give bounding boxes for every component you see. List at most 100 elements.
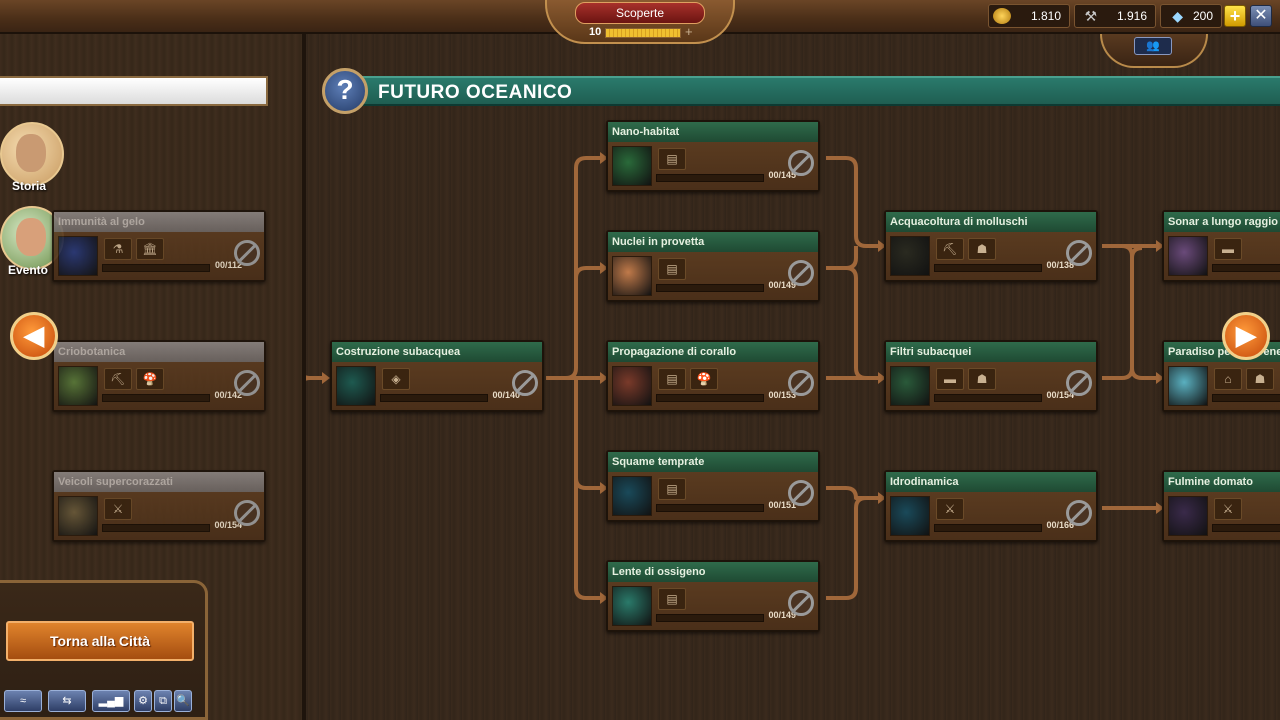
resource-cost-icon: ☗ [968, 238, 996, 260]
tech-image [58, 236, 98, 276]
era-header: FUTURO OCEANICO ? [322, 68, 1280, 114]
zoom-icon[interactable]: 🔍 [174, 690, 192, 712]
tech-card-lente[interactable]: Lente di ossigeno ▤ 00/149 [606, 560, 820, 632]
tech-body: ⚔ 00/166 [886, 492, 1096, 540]
tech-image [58, 366, 98, 406]
settings-icon[interactable]: ⚙ [134, 690, 152, 712]
add-diamonds-button[interactable]: + [1224, 5, 1246, 27]
tech-body: ▤ 00/145 [608, 142, 818, 190]
tech-body: ▤ 00/149 [608, 582, 818, 630]
tech-card-nuclei[interactable]: Nuclei in provetta ▤ 00/149 [606, 230, 820, 302]
connector-line [826, 266, 878, 380]
tech-card-immunita[interactable]: Immunità al gelo ⚗ 🏛 00/112 [52, 210, 266, 282]
unavailable-icon [788, 590, 814, 616]
resource-cost-icon: 🍄 [136, 368, 164, 390]
forge-points-count: 10 [589, 26, 602, 38]
unavailable-icon [234, 370, 260, 396]
tech-card-acquacoltura[interactable]: Acquacoltura di molluschi ⛏ ☗ 00/138 [884, 210, 1098, 282]
tech-image [612, 586, 652, 626]
tech-progress-bar [934, 524, 1042, 532]
tech-card-fulmine[interactable]: Fulmine domato ⚔ [1162, 470, 1280, 542]
resource-cost-icon: ▤ [658, 258, 686, 280]
tech-progress-bar [656, 394, 764, 402]
tool-button-1[interactable]: ≈ [4, 690, 42, 712]
supplies-icon: ⚒ [1084, 8, 1097, 24]
tech-title: Filtri subacquei [886, 342, 1096, 362]
resource-cost-icon: ⚔ [104, 498, 132, 520]
tech-image [890, 236, 930, 276]
tech-body: ⚔ [1164, 492, 1280, 540]
tech-title: Costruzione subacquea [332, 342, 542, 362]
connector-line [826, 246, 858, 270]
tech-title: Nano-habitat [608, 122, 818, 142]
tech-card-sonar[interactable]: Sonar a lungo raggio ▬ [1162, 210, 1280, 282]
research-screen: Storia Evento Torna alla Città ≈ ⇆ ▂▄▆ ⚙… [0, 0, 1280, 720]
story-label: Storia [12, 179, 47, 193]
back-to-city-button[interactable]: Torna alla Città [6, 621, 194, 661]
tech-card-propagazione[interactable]: Propagazione di corallo ▤ 🍄 00/153 [606, 340, 820, 412]
social-tab[interactable]: 👥 [1100, 34, 1208, 68]
tech-card-squame[interactable]: Squame temprate ▤ 00/151 [606, 450, 820, 522]
tech-title: Veicoli supercorazzati [54, 472, 264, 492]
previous-era-button[interactable]: ◀ [10, 312, 58, 360]
tech-card-nano[interactable]: Nano-habitat ▤ 00/145 [606, 120, 820, 192]
help-button[interactable]: ? [322, 68, 368, 114]
diamond-icon: ◆ [1172, 8, 1183, 24]
tech-progress-bar [656, 614, 764, 622]
tech-body: ⛏ ☗ 00/138 [886, 232, 1096, 280]
resource-cost-icon: ☗ [968, 368, 996, 390]
tech-body: ▬ ☗ 00/154 [886, 362, 1096, 410]
tech-title: Lente di ossigeno [608, 562, 818, 582]
resource-cost-icon: ▬ [1214, 238, 1242, 260]
tool-button-3[interactable]: ▂▄▆ [92, 690, 130, 712]
buy-forge-points-button[interactable]: + [685, 24, 693, 39]
close-button[interactable]: ✕ [1250, 5, 1272, 27]
resource-cost-icon: ☗ [1246, 368, 1274, 390]
tech-progress-bar [934, 264, 1042, 272]
story-avatar[interactable] [0, 122, 64, 186]
coins-icon [993, 8, 1011, 24]
tech-image [890, 496, 930, 536]
unavailable-icon [1066, 240, 1092, 266]
tech-image [1168, 236, 1208, 276]
resource-cost-icon: ⚗ [104, 238, 132, 260]
tech-progress-bar [102, 394, 210, 402]
resource-cost-icon: 🍄 [690, 368, 718, 390]
window-title: Scoperte [575, 2, 705, 24]
tech-body: ▬ [1164, 232, 1280, 280]
tech-card-veicoli[interactable]: Veicoli supercorazzati ⚔ 00/154 [52, 470, 266, 542]
connector-line [574, 478, 600, 600]
diamonds-value: 200 [1192, 9, 1213, 23]
tech-image [612, 476, 652, 516]
tech-title: Fulmine domato [1164, 472, 1280, 492]
tech-image [336, 366, 376, 406]
era-band: FUTURO OCEANICO [342, 76, 1280, 106]
connector-line [574, 378, 600, 490]
tech-card-idrodinamica[interactable]: Idrodinamica ⚔ 00/166 [884, 470, 1098, 542]
event-label: Evento [8, 263, 49, 277]
event-face [16, 218, 46, 256]
tech-card-filtri[interactable]: Filtri subacquei ▬ ☗ 00/154 [884, 340, 1098, 412]
connector-arrow [322, 372, 330, 384]
tech-title: Acquacoltura di molluschi [886, 212, 1096, 232]
next-era-button[interactable]: ▶ [1222, 312, 1270, 360]
tech-progress-bar [102, 264, 210, 272]
tech-progress-bar [380, 394, 488, 402]
resource-cost-icon: ▤ [658, 478, 686, 500]
windows-icon[interactable]: ⧉ [154, 690, 172, 712]
tech-card-costruzione[interactable]: Costruzione subacquea ◈ 00/140 [330, 340, 544, 412]
tech-image [612, 366, 652, 406]
tech-title: Propagazione di corallo [608, 342, 818, 362]
tool-button-2[interactable]: ⇆ [48, 690, 86, 712]
search-input[interactable] [0, 76, 268, 106]
tech-progress-bar [1212, 264, 1280, 272]
resource-cost-icon: ◈ [382, 368, 410, 390]
tech-body: ⛏ 🍄 00/142 [54, 362, 264, 410]
tech-card-criobotanica[interactable]: Criobotanica ⛏ 🍄 00/142 [52, 340, 266, 412]
connector-line [546, 156, 600, 380]
resource-cost-icon: ⚔ [1214, 498, 1242, 520]
tech-body: ◈ 00/140 [332, 362, 542, 410]
tech-image [58, 496, 98, 536]
tech-image [890, 366, 930, 406]
diamonds-counter: ◆ 200 [1160, 4, 1222, 28]
